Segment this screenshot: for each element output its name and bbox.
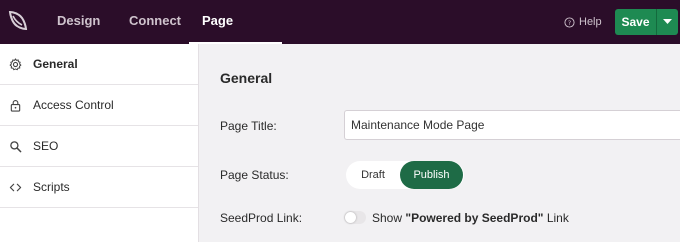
switch-knob <box>345 212 356 223</box>
svg-text:?: ? <box>568 18 571 26</box>
status-publish-option[interactable]: Publish <box>400 161 463 189</box>
seedprod-link-text: Show "Powered by SeedProd" Link <box>372 211 569 225</box>
sidebar-item-general[interactable]: General <box>0 44 198 85</box>
gear-icon <box>8 57 22 71</box>
sidebar-item-label: Scripts <box>33 180 70 194</box>
tab-page-settings[interactable]: Page Settings <box>189 0 282 70</box>
sidebar-item-access-control[interactable]: Access Control <box>0 85 198 126</box>
page-title-label: Page Title: <box>220 119 277 133</box>
seedprod-link-suffix: Link <box>546 211 569 225</box>
help-link[interactable]: ? Help <box>564 14 602 30</box>
seedprod-logo-icon[interactable] <box>5 8 31 34</box>
sidebar-item-scripts[interactable]: Scripts <box>0 167 198 208</box>
page-status-label: Page Status: <box>220 168 289 182</box>
seedprod-link-label: SeedProd Link: <box>220 211 303 225</box>
save-button[interactable]: Save <box>615 9 656 35</box>
main-panel: General Page Title: Page Status: Draft P… <box>200 44 680 242</box>
sidebar-item-label: SEO <box>33 139 59 153</box>
tab-connect[interactable]: Connect <box>129 0 181 44</box>
caret-down-icon <box>663 19 672 24</box>
page-status-toggle: Draft Publish <box>346 161 464 189</box>
search-icon <box>8 139 22 153</box>
status-draft-option[interactable]: Draft <box>346 161 400 189</box>
seedprod-link-switch[interactable] <box>344 211 366 224</box>
top-bar: Design Connect Page Settings ? Help Save <box>0 0 680 70</box>
section-title: General <box>220 70 273 86</box>
help-label: Help <box>579 16 602 28</box>
sidebar-item-label: General <box>33 57 78 71</box>
seedprod-link-strong: "Powered by SeedProd" <box>405 211 544 225</box>
seedprod-link-prefix: Show <box>372 211 403 225</box>
settings-sidebar: General Access Control SEO Scripts <box>0 44 199 242</box>
lock-icon <box>8 98 22 112</box>
page-title-input[interactable] <box>344 110 680 140</box>
tab-design[interactable]: Design <box>57 0 100 44</box>
sidebar-item-seo[interactable]: SEO <box>0 126 198 167</box>
code-icon <box>8 180 22 194</box>
sidebar-item-label: Access Control <box>33 98 114 112</box>
save-options-dropdown[interactable] <box>656 9 678 35</box>
save-button-group: Save <box>615 9 678 35</box>
help-circle-icon: ? <box>564 16 575 28</box>
